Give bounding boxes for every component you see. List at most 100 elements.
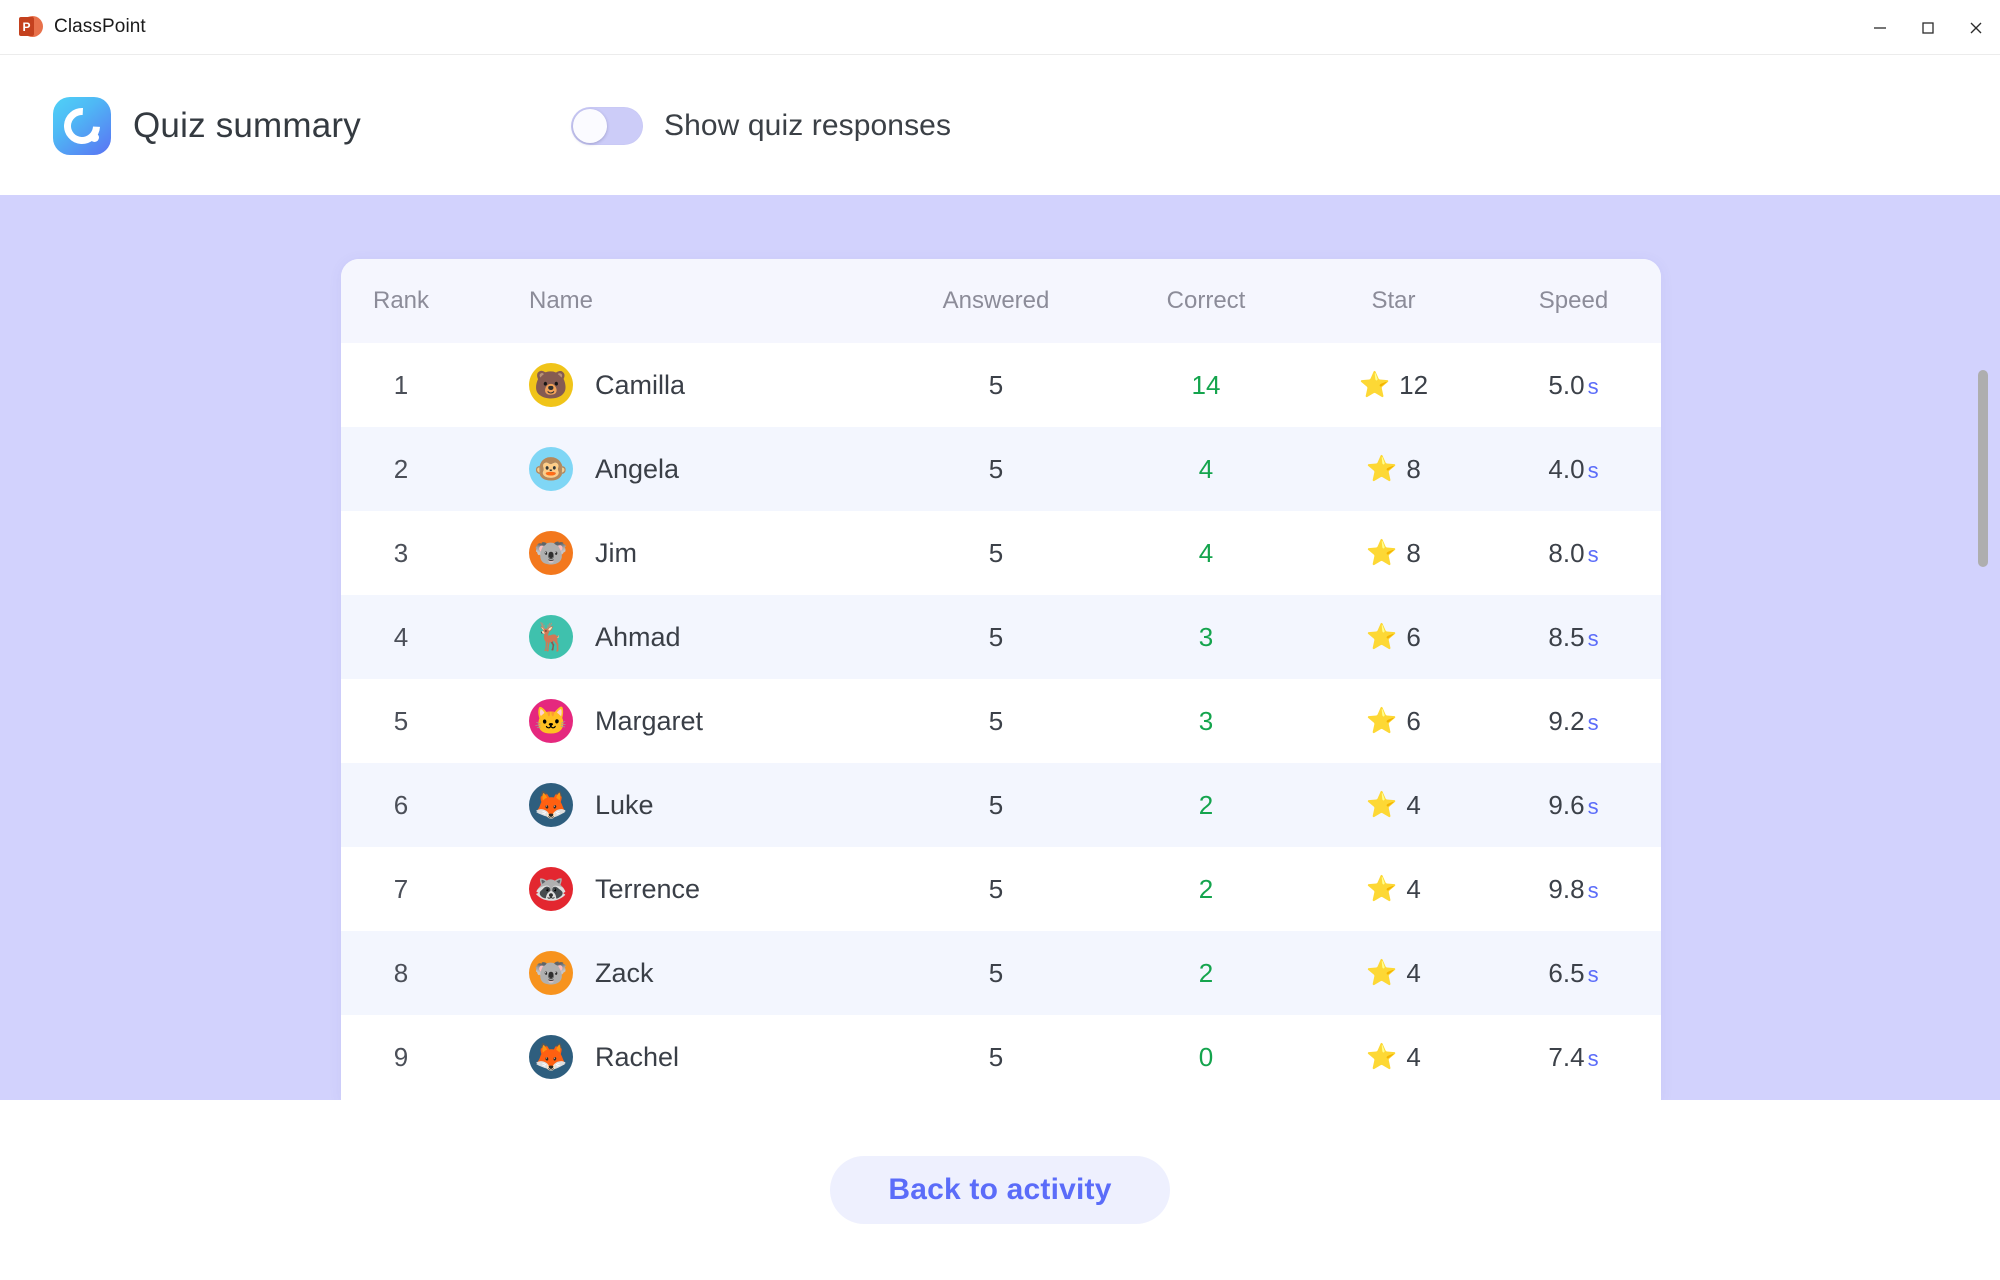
cell-name: 🦊 Rachel: [461, 1015, 881, 1099]
speed-value: 8.0: [1548, 537, 1585, 568]
speed-value: 9.8: [1548, 873, 1585, 904]
table-row[interactable]: 9 🦊 Rachel 5 0 ⭐ 4 7.4 s: [341, 1015, 1661, 1099]
koala-avatar: 🐨: [529, 951, 573, 995]
show-quiz-responses-toggle-group[interactable]: Show quiz responses: [571, 106, 951, 145]
star-count: 12: [1399, 369, 1429, 400]
cell-answered: 5: [988, 621, 1004, 652]
cell-correct: 14: [1191, 369, 1221, 400]
page-header-brand: Quiz summary: [0, 96, 361, 155]
name-cell-content: 🐱 Margaret: [529, 699, 881, 743]
show-quiz-responses-toggle[interactable]: [571, 106, 643, 145]
column-header-name[interactable]: Name: [461, 259, 881, 343]
cell-rank: 5: [393, 705, 409, 736]
window-controls: [1856, 0, 2000, 55]
star-count: 6: [1406, 621, 1421, 652]
student-name: Margaret: [595, 705, 704, 736]
cat-avatar: 🐱: [529, 699, 573, 743]
star-cell-content: ⭐ 8: [1301, 454, 1486, 485]
star-count: 4: [1406, 1041, 1421, 1072]
star-cell-content: ⭐ 6: [1301, 706, 1486, 737]
content-stage: Rank Name Answered Correct Star Speed 1 🐻…: [0, 195, 2000, 1100]
cell-speed: 4.0 s: [1486, 427, 1661, 511]
student-name: Jim: [595, 537, 637, 568]
cell-answered: 5: [988, 789, 1004, 820]
cell-correct: 4: [1198, 453, 1214, 484]
table-row[interactable]: 2 🐵 Angela 5 4 ⭐ 8 4.0 s: [341, 427, 1661, 511]
cell-correct: 0: [1198, 1041, 1214, 1072]
speed-value: 9.2: [1548, 705, 1585, 736]
cell-answered: 5: [988, 453, 1004, 484]
cell-speed: 6.5 s: [1486, 931, 1661, 1015]
cell-name: 🐱 Margaret: [461, 679, 881, 763]
table-row[interactable]: 3 🐨 Jim 5 4 ⭐ 8 8.0 s: [341, 511, 1661, 595]
cell-answered: 5: [988, 705, 1004, 736]
star-count: 6: [1406, 705, 1421, 736]
cell-name: 🐨 Zack: [461, 931, 881, 1015]
toggle-knob: [573, 108, 607, 143]
fox-avatar: 🦊: [529, 783, 573, 827]
table-row[interactable]: 8 🐨 Zack 5 2 ⭐ 4 6.5 s: [341, 931, 1661, 1015]
cell-rank: 8: [393, 957, 409, 988]
cell-rank: 3: [393, 537, 409, 568]
table-row[interactable]: 5 🐱 Margaret 5 3 ⭐ 6 9.2 s: [341, 679, 1661, 763]
cell-correct: 3: [1198, 705, 1214, 736]
table-header-row: Rank Name Answered Correct Star Speed: [341, 259, 1661, 343]
speed-value: 7.4: [1548, 1041, 1585, 1072]
speed-value: 4.0: [1548, 453, 1585, 484]
cell-answered: 5: [988, 369, 1004, 400]
cell-star: ⭐ 4: [1301, 1015, 1486, 1099]
column-header-rank[interactable]: Rank: [341, 259, 461, 343]
cell-answered: 5: [988, 1041, 1004, 1072]
star-icon: ⭐: [1366, 958, 1398, 987]
star-count: 4: [1406, 873, 1421, 904]
star-icon: ⭐: [1366, 1042, 1398, 1071]
speed-unit: s: [1587, 793, 1599, 819]
name-cell-content: 🦊 Luke: [529, 783, 881, 827]
star-count: 4: [1406, 789, 1421, 820]
monkey-avatar: 🐵: [529, 447, 573, 491]
cell-star: ⭐ 6: [1301, 679, 1486, 763]
cell-name: 🦌 Ahmad: [461, 595, 881, 679]
name-cell-content: 🐵 Angela: [529, 447, 881, 491]
maximize-button[interactable]: [1904, 0, 1952, 55]
column-header-answered[interactable]: Answered: [881, 259, 1111, 343]
cell-answered: 5: [988, 957, 1004, 988]
cell-name: 🐵 Angela: [461, 427, 881, 511]
scrollbar-thumb[interactable]: [1978, 370, 1988, 567]
star-count: 4: [1406, 957, 1421, 988]
cell-correct: 4: [1198, 537, 1214, 568]
cell-answered: 5: [988, 873, 1004, 904]
minimize-button[interactable]: [1856, 0, 1904, 55]
cell-correct: 2: [1198, 789, 1214, 820]
cell-speed: 5.0 s: [1486, 343, 1661, 427]
column-header-star[interactable]: Star: [1301, 259, 1486, 343]
student-name: Ahmad: [595, 621, 681, 652]
cell-star: ⭐ 12: [1301, 343, 1486, 427]
column-header-speed[interactable]: Speed: [1486, 259, 1661, 343]
cell-speed: 9.2 s: [1486, 679, 1661, 763]
speed-unit: s: [1587, 877, 1599, 903]
classpoint-quiz-summary-window: P ClassPoint Quiz summary Show quiz resp…: [0, 0, 2000, 1280]
close-button[interactable]: [1952, 0, 2000, 55]
cell-star: ⭐ 8: [1301, 427, 1486, 511]
table-row[interactable]: 4 🦌 Ahmad 5 3 ⭐ 6 8.5 s: [341, 595, 1661, 679]
cell-speed: 8.5 s: [1486, 595, 1661, 679]
speed-unit: s: [1587, 373, 1599, 399]
table-row[interactable]: 7 🦝 Terrence 5 2 ⭐ 4 9.8 s: [341, 847, 1661, 931]
table-row[interactable]: 6 🦊 Luke 5 2 ⭐ 4 9.6 s: [341, 763, 1661, 847]
back-to-activity-button[interactable]: Back to activity: [830, 1156, 1170, 1224]
table-row[interactable]: 1 🐻 Camilla 5 14 ⭐ 12 5.0 s: [341, 343, 1661, 427]
speed-value: 8.5: [1548, 621, 1585, 652]
cell-name: 🦝 Terrence: [461, 847, 881, 931]
name-cell-content: 🦌 Ahmad: [529, 615, 881, 659]
bear-avatar: 🐻: [529, 363, 573, 407]
deer-avatar: 🦌: [529, 615, 573, 659]
page-title: Quiz summary: [133, 105, 361, 145]
speed-value: 9.6: [1548, 789, 1585, 820]
student-name: Camilla: [595, 369, 686, 400]
star-cell-content: ⭐ 4: [1301, 1042, 1486, 1073]
student-name: Rachel: [595, 1041, 680, 1072]
vertical-scrollbar[interactable]: [1976, 195, 1990, 1100]
column-header-correct[interactable]: Correct: [1111, 259, 1301, 343]
cell-correct: 3: [1198, 621, 1214, 652]
